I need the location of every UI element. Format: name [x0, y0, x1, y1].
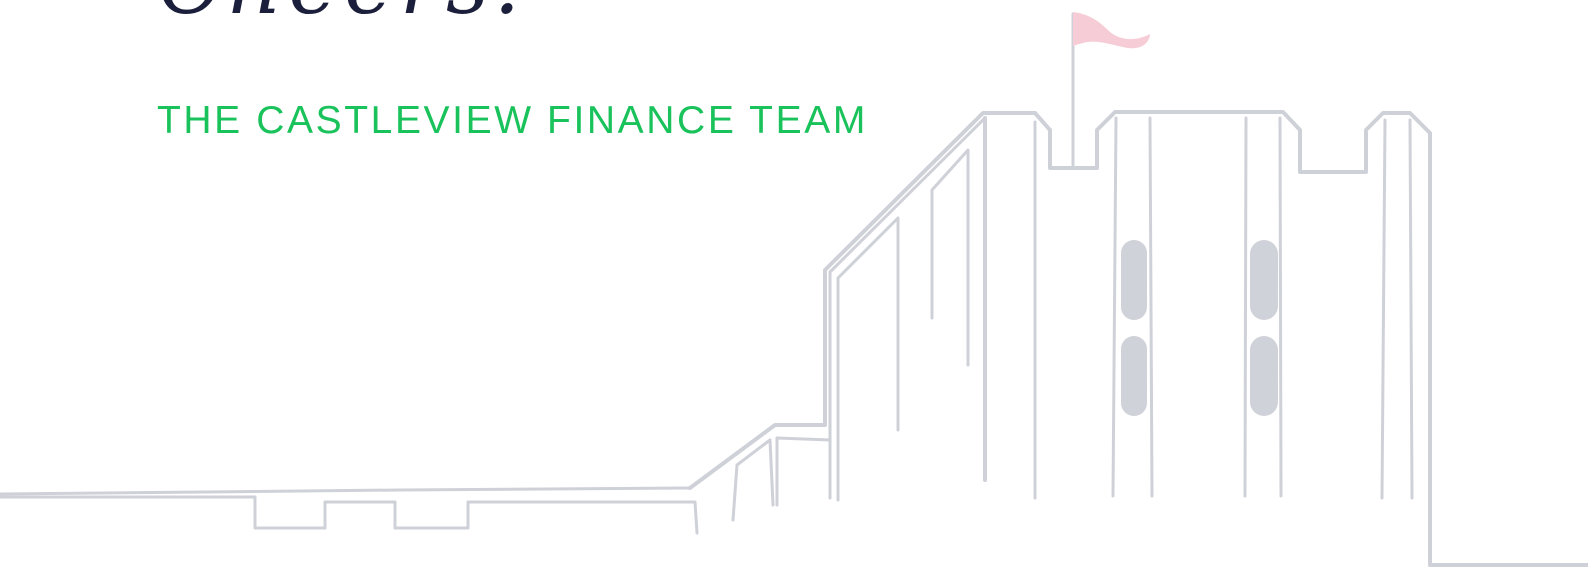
window-icon — [1121, 240, 1147, 320]
outer-wall — [0, 111, 1037, 535]
castle-illustration — [0, 12, 1588, 567]
castle-keep — [828, 110, 1588, 567]
window-icon — [1250, 240, 1278, 320]
window-icon — [1121, 336, 1147, 416]
flag-icon — [1071, 12, 1150, 167]
keep-windows — [1121, 240, 1278, 416]
window-icon — [1250, 336, 1278, 416]
